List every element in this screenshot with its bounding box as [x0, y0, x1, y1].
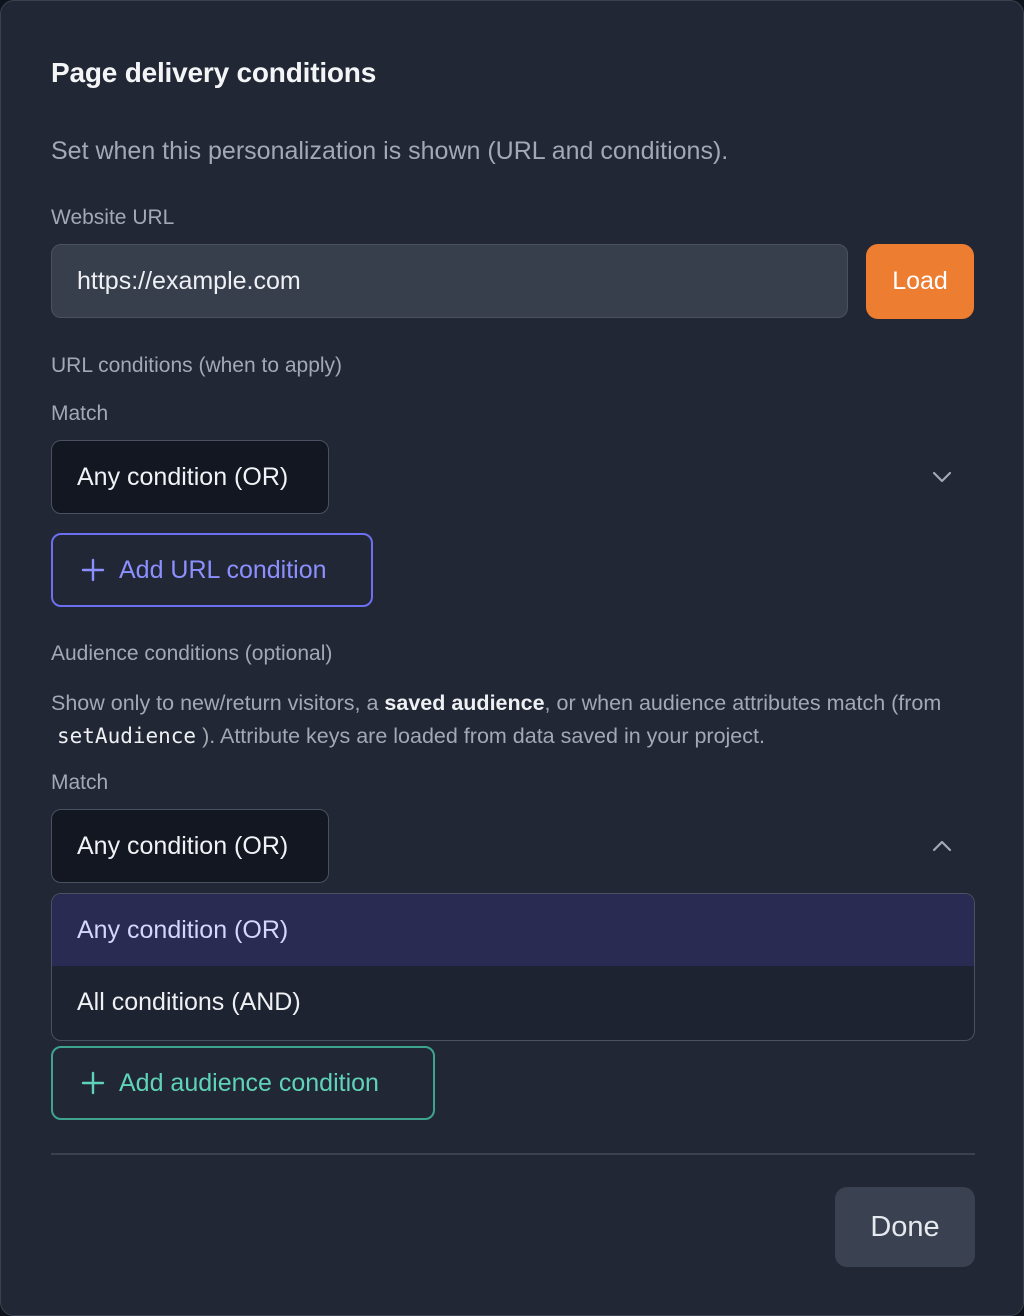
chevron-down-icon[interactable] [929, 464, 955, 490]
url-conditions-heading: URL conditions (when to apply) [51, 354, 343, 377]
delivery-conditions-dialog: Page delivery conditions Set when this p… [0, 0, 1024, 1316]
audience-match-label: Match [51, 771, 109, 794]
audience-description: Show only to new/return visitors, a save… [51, 687, 981, 753]
load-button[interactable]: Load [866, 244, 974, 319]
add-url-condition-button[interactable]: Add URL condition [51, 533, 373, 607]
desc-bold-saved-audience: saved audience [384, 691, 545, 715]
plus-icon [81, 1071, 105, 1095]
audience-conditions-heading: Audience conditions (optional) [51, 642, 333, 665]
add-audience-condition-label: Add audience condition [119, 1068, 379, 1097]
website-url-label: Website URL [51, 206, 175, 229]
desc-text-1: Show only to new/return visitors, a [51, 691, 385, 715]
desc-code-setaudience: setAudience [57, 724, 197, 748]
audience-match-dropdown: Any condition (OR) All conditions (AND) [51, 893, 975, 1041]
add-url-condition-label: Add URL condition [119, 555, 327, 584]
desc-text-2: , or when audience attributes match (fro… [544, 691, 942, 715]
plus-icon [81, 558, 105, 582]
option-all-conditions[interactable]: All conditions (AND) [52, 966, 974, 1038]
desc-text-3: ). Attribute keys are loaded from data s… [202, 724, 765, 748]
footer-divider [51, 1153, 975, 1155]
url-match-select[interactable]: Any condition (OR) [51, 440, 975, 516]
add-audience-condition-button[interactable]: Add audience condition [51, 1046, 435, 1120]
audience-match-select[interactable]: Any condition (OR) [51, 809, 975, 885]
done-button[interactable]: Done [835, 1187, 975, 1267]
audience-match-value[interactable]: Any condition (OR) [51, 809, 329, 883]
dialog-title: Page delivery conditions [51, 57, 377, 88]
website-url-input[interactable] [51, 244, 848, 318]
dialog-subtitle: Set when this personalization is shown (… [51, 137, 729, 165]
option-any-condition[interactable]: Any condition (OR) [52, 894, 974, 966]
chevron-up-icon[interactable] [929, 833, 955, 859]
url-match-label: Match [51, 402, 109, 425]
url-match-value[interactable]: Any condition (OR) [51, 440, 329, 514]
